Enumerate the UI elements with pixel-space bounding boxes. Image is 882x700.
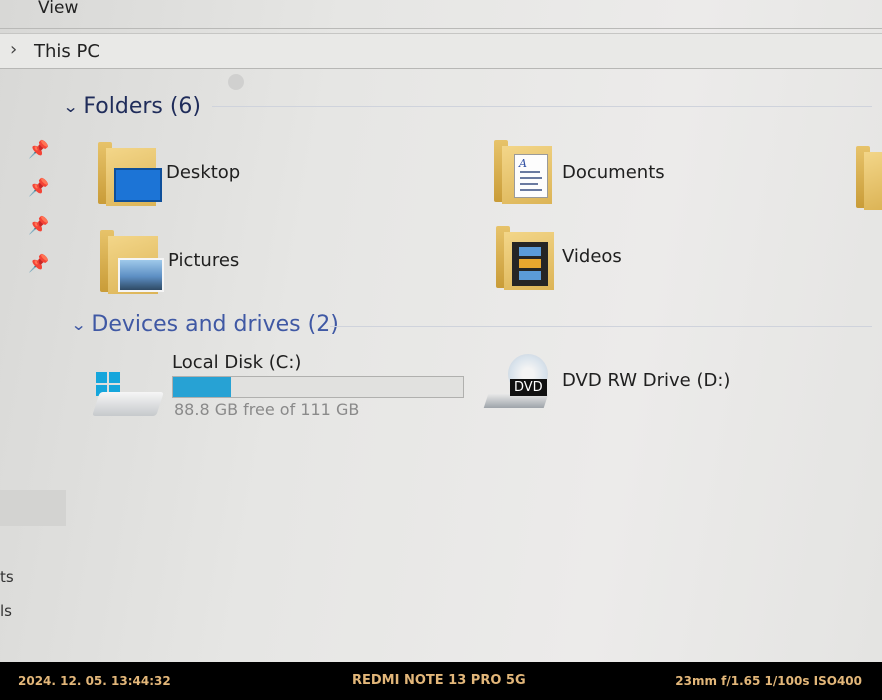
dvd-drive-icon[interactable]: DVD (483, 354, 554, 414)
screen-smudge (228, 74, 244, 90)
folder-icon (856, 146, 882, 212)
folders-group-title: Folders (6) (83, 94, 202, 119)
disk-capacity-bar (172, 376, 464, 398)
disk-capacity-fill (173, 377, 231, 397)
photo-datetime: 2024. 12. 05. 13:44:32 (18, 674, 171, 688)
local-disk-label[interactable]: Local Disk (C:) (172, 352, 301, 373)
pin-icon[interactable]: 📌 (28, 254, 49, 274)
devices-group-header[interactable]: ⌄ Devices and drives (2) (71, 312, 339, 337)
pictures-folder-icon (100, 230, 164, 296)
disk-capacity-text: 88.8 GB free of 111 GB (174, 400, 360, 419)
photo-settings: 23mm f/1.65 1/100s ISO400 (675, 674, 862, 688)
group-divider (330, 326, 872, 327)
ribbon: View (0, 0, 882, 29)
group-divider (212, 106, 872, 107)
videos-folder-icon (496, 226, 558, 292)
address-bar[interactable]: › This PC (0, 33, 882, 69)
chevron-down-icon[interactable]: ⌄ (63, 97, 79, 116)
desktop-folder-icon (98, 142, 162, 208)
nav-item-label-fragment[interactable]: ts (0, 568, 14, 586)
pin-icon[interactable]: 📌 (28, 216, 49, 236)
breadcrumb-this-pc[interactable]: This PC (34, 41, 100, 62)
local-disk-icon[interactable] (92, 372, 164, 422)
folder-label: Desktop (166, 162, 241, 183)
documents-folder-icon: A (494, 140, 556, 206)
nav-item-label-fragment[interactable]: ls (0, 602, 12, 620)
photo-device: REDMI NOTE 13 PRO 5G (352, 673, 526, 688)
file-explorer-window: View › This PC 📌 📌 📌 📌 ts ls ⌄ Folders (… (0, 0, 882, 662)
devices-group-title: Devices and drives (2) (91, 312, 339, 337)
camera-watermark-bar: 2024. 12. 05. 13:44:32 REDMI NOTE 13 PRO… (0, 662, 882, 700)
pin-icon[interactable]: 📌 (28, 178, 49, 198)
dvd-drive-label[interactable]: DVD RW Drive (D:) (562, 370, 730, 391)
folder-label: Videos (562, 246, 622, 267)
folder-label: Pictures (168, 250, 240, 271)
navigation-pane: 📌 📌 📌 📌 ts ls (0, 68, 66, 662)
pin-icon[interactable]: 📌 (28, 140, 49, 160)
chevron-down-icon[interactable]: ⌄ (71, 315, 87, 334)
nav-item-selected[interactable] (0, 490, 66, 526)
view-tab[interactable]: View (38, 0, 78, 18)
folders-group-header[interactable]: ⌄ Folders (6) (63, 94, 202, 119)
folder-label: Documents (562, 162, 665, 183)
dvd-badge: DVD (510, 379, 547, 396)
breadcrumb-separator-icon[interactable]: › (10, 39, 17, 60)
